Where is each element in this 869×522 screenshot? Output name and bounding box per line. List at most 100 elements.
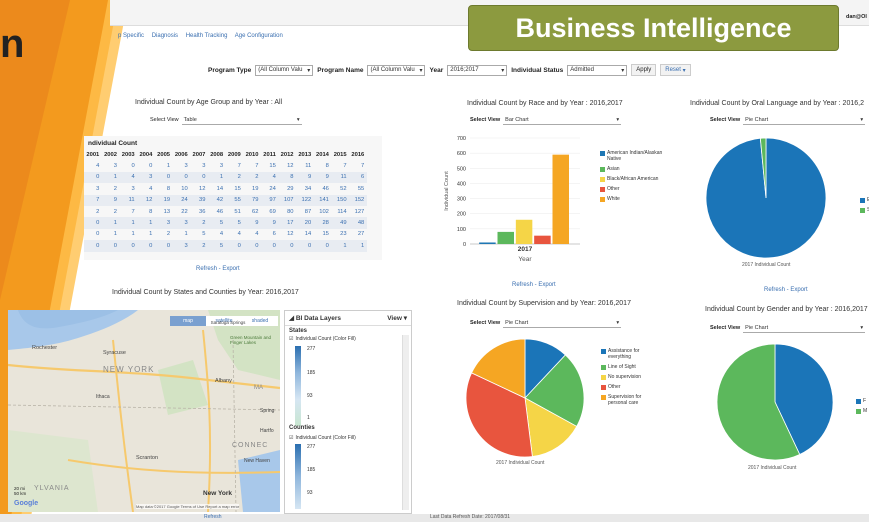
gender-view-select[interactable]: Pie Chart ▾ [743,323,866,333]
states-layer-item[interactable]: ☑ Individual Count (Color Fill) [285,336,411,342]
table-cell[interactable]: 15 [314,229,332,240]
race-view-select[interactable]: Bar Chart ▾ [503,115,622,125]
table-cell[interactable]: 4 [119,171,138,184]
table-cell[interactable]: 0 [260,240,279,252]
table-cell[interactable]: 87 [296,206,314,217]
table-cell[interactable]: 1 [101,217,120,229]
table-cell[interactable]: 19 [243,183,261,194]
table-cell[interactable]: 2 [102,183,120,194]
table-cell[interactable]: 0 [225,240,244,252]
apply-button[interactable]: Apply [631,64,657,76]
age-footer-links[interactable]: Refresh - Export [196,266,240,272]
table-cell[interactable]: 80 [278,206,296,217]
table-cell[interactable]: 0 [154,171,173,184]
table-cell[interactable]: 1 [207,171,226,184]
bar-asian[interactable] [497,231,515,244]
layers-scrollbar[interactable] [402,335,409,510]
table-cell[interactable]: 11 [119,194,138,206]
table-cell[interactable]: 3 [172,217,191,229]
oral-view-select[interactable]: Pie Chart ▾ [743,115,866,125]
counties-layer-item[interactable]: ☑ Individual Count (Color Fill) [289,435,356,441]
table-cell[interactable]: 1 [119,217,138,229]
table-cell[interactable]: 3 [172,160,190,171]
table-cell[interactable]: 1 [137,229,155,240]
table-cell[interactable]: 0 [295,240,314,252]
table-cell[interactable]: 7 [119,206,137,217]
table-cell[interactable]: 23 [331,229,349,240]
checkbox-icon[interactable]: ☑ [289,435,293,441]
tab-specific[interactable]: p Specific [118,33,144,39]
table-cell[interactable]: 12 [190,183,208,194]
table-cell[interactable]: 8 [137,206,155,217]
table-cell[interactable]: 7 [226,160,244,171]
table-cell[interactable]: 6 [261,229,278,240]
table-cell[interactable]: 1 [102,229,120,240]
table-cell[interactable]: 4 [243,229,261,240]
table-cell[interactable]: 12 [278,229,296,240]
table-cell[interactable]: 4 [137,183,155,194]
table-cell[interactable]: 24 [261,183,278,194]
table-cell[interactable]: 8 [314,160,332,171]
table-cell[interactable]: 55 [225,194,244,206]
table-cell[interactable]: 13 [155,206,173,217]
table-cell[interactable]: 3 [84,183,102,194]
table-cell[interactable]: 3 [190,160,208,171]
table-cell[interactable]: 2 [243,171,261,184]
table-cell[interactable]: 28 [313,217,332,229]
map-type-button[interactable]: map [170,316,206,326]
table-cell[interactable]: 0 [84,240,102,252]
bar-american-indian-alaskan-native[interactable] [479,242,496,244]
bar-other[interactable] [534,235,551,244]
table-cell[interactable]: 5 [225,217,244,229]
table-cell[interactable]: 3 [102,160,120,171]
tab-diagnosis[interactable]: Diagnosis [152,33,178,39]
table-cell[interactable]: 4 [226,229,244,240]
table-cell[interactable]: 11 [296,160,314,171]
table-cell[interactable]: 6 [348,171,367,184]
table-cell[interactable]: 3 [154,217,173,229]
checkbox-icon[interactable]: ☑ [289,336,293,342]
table-cell[interactable]: 42 [207,194,226,206]
table-cell[interactable]: 0 [101,240,120,252]
table-cell[interactable]: 0 [172,171,191,184]
table-cell[interactable]: 0 [84,171,102,184]
table-cell[interactable]: 34 [296,183,314,194]
table-cell[interactable]: 9 [243,217,261,229]
collapse-icon[interactable]: ◢ [289,315,294,322]
table-cell[interactable]: 9 [295,171,314,184]
table-cell[interactable]: 1 [137,217,155,229]
table-cell[interactable]: 4 [260,171,279,184]
table-cell[interactable]: 4 [84,160,102,171]
table-cell[interactable]: 5 [207,217,226,229]
tab-health-tracking[interactable]: Health Tracking [186,33,228,39]
table-cell[interactable]: 2 [84,206,102,217]
table-cell[interactable]: 7 [349,160,367,171]
reset-button[interactable]: Reset ▾ [660,64,691,76]
table-cell[interactable]: 2 [102,206,120,217]
table-cell[interactable]: 14 [296,229,314,240]
table-cell[interactable]: 20 [295,217,314,229]
table-cell[interactable]: 2 [155,229,173,240]
table-cell[interactable]: 97 [260,194,279,206]
race-footer-links[interactable]: Refresh - Export [512,282,556,288]
table-cell[interactable]: 0 [313,240,332,252]
table-cell[interactable]: 3 [137,171,155,184]
table-cell[interactable]: 1 [172,229,190,240]
table-cell[interactable]: 102 [314,206,332,217]
map-view[interactable]: map satellite shaded Rochester Syracuse … [8,310,280,512]
user-name[interactable]: dan@Ol [846,14,867,20]
table-cell[interactable]: 2 [190,240,208,252]
table-cell[interactable]: 9 [260,217,279,229]
table-cell[interactable]: 0 [154,240,173,252]
table-cell[interactable]: 1 [101,171,120,184]
table-cell[interactable]: 36 [190,206,208,217]
table-cell[interactable]: 14 [208,183,226,194]
table-cell[interactable]: 127 [349,206,367,217]
year-select[interactable]: 2016;2017 ▾ [447,64,508,76]
bar-black-african-american[interactable] [515,219,533,244]
table-cell[interactable]: 19 [154,194,173,206]
table-cell[interactable]: 27 [349,229,367,240]
table-cell[interactable]: 69 [261,206,278,217]
table-cell[interactable]: 39 [190,194,208,206]
table-cell[interactable]: 48 [348,217,367,229]
